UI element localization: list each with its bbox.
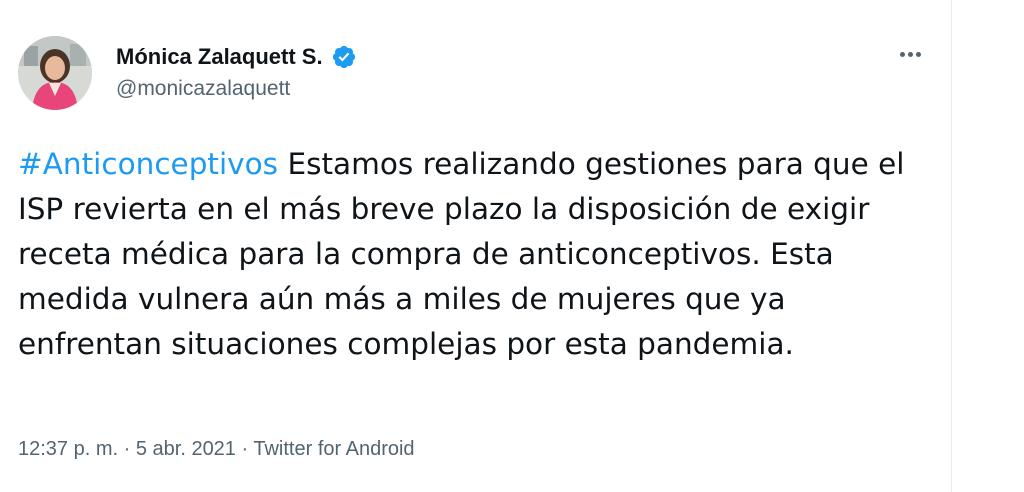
more-dot	[899, 51, 905, 57]
tweet-card: Mónica Zalaquett S. @monicazalaquett #An…	[0, 0, 952, 492]
tweet-source[interactable]: Twitter for Android	[253, 438, 414, 460]
hashtag-link[interactable]: #Anticonceptivos	[18, 147, 278, 181]
author-name[interactable]: Mónica Zalaquett S.	[116, 44, 323, 70]
tweet-time[interactable]: 12:37 p. m.	[18, 438, 118, 460]
right-pane	[953, 0, 1024, 492]
tweet-date[interactable]: 5 abr. 2021	[136, 438, 236, 460]
more-dot	[907, 51, 913, 57]
avatar-photo	[18, 36, 92, 110]
author-handle[interactable]: @monicazalaquett	[116, 77, 290, 101]
tweet-text: #Anticonceptivos Estamos realizando gest…	[18, 142, 938, 367]
more-dot	[915, 51, 921, 57]
verified-badge-icon	[332, 45, 355, 69]
tweet-meta: 12:37 p. m. · 5 abr. 2021 · Twitter for …	[18, 438, 415, 461]
more-options-icon[interactable]	[890, 36, 930, 72]
avatar[interactable]	[18, 36, 92, 110]
meta-separator: ·	[235, 438, 254, 460]
author-name-row: Mónica Zalaquett S.	[116, 44, 357, 70]
meta-separator: ·	[118, 438, 136, 460]
